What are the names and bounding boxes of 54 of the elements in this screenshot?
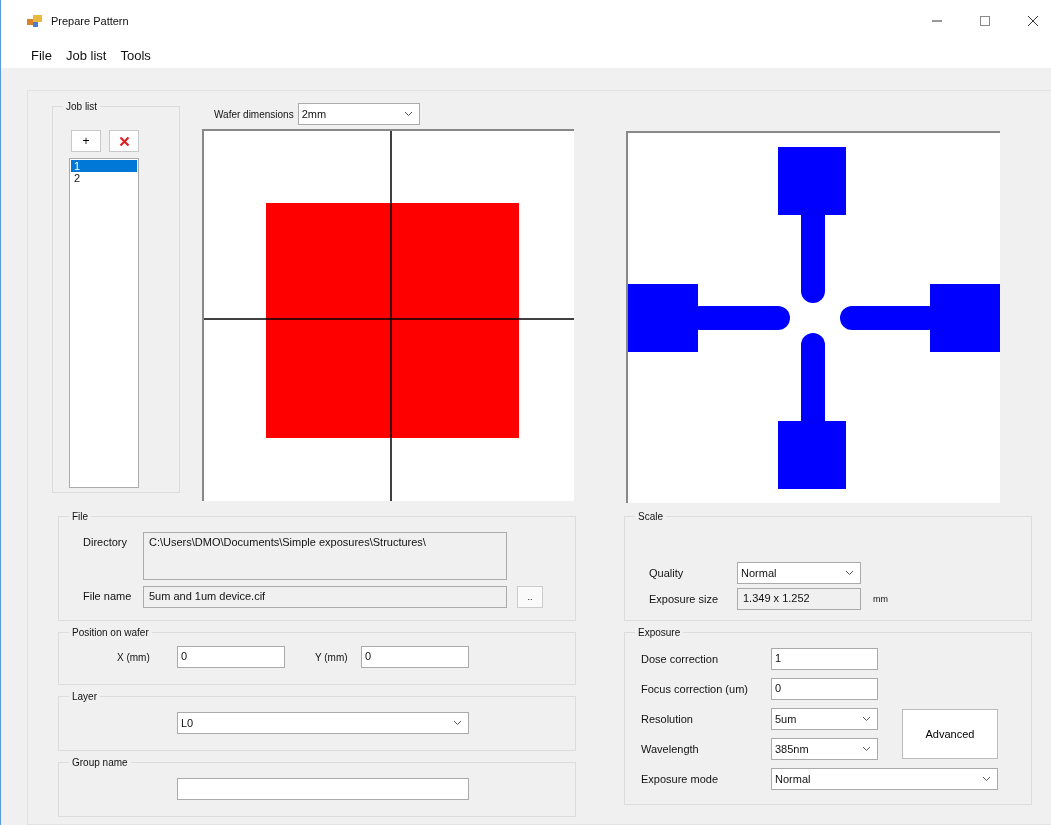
field-label: Directory	[83, 535, 128, 548]
group-title: File	[71, 511, 90, 522]
unit-label: mm	[873, 594, 888, 604]
menu-item[interactable]: Tools	[120, 47, 151, 63]
layer-dropdown[interactable]: L0	[177, 712, 469, 734]
close-icon[interactable]	[1027, 15, 1039, 27]
advanced-button[interactable]: Advanced	[902, 709, 998, 759]
field-label: Wafer dimensions	[214, 108, 294, 120]
caret-icon	[862, 746, 871, 752]
wafer-dimensions-dropdown[interactable]: 2mm	[297, 103, 420, 125]
exposure-size-field: 1.349 x 1.252	[737, 588, 861, 610]
maximize-icon[interactable]	[979, 15, 991, 27]
add-button[interactable]: +	[71, 130, 101, 152]
number-input[interactable]: 0	[771, 678, 878, 700]
caret-icon	[403, 111, 413, 117]
job-entry[interactable]: 1	[71, 160, 137, 172]
field-label: X (mm)	[117, 651, 151, 663]
field-label: File name	[83, 589, 133, 602]
menu-item[interactable]: Job list	[65, 47, 107, 63]
app-icon	[27, 14, 43, 28]
dropdown[interactable]: 5um	[771, 708, 878, 730]
caret-icon	[982, 776, 991, 782]
field-label: Wavelength	[641, 743, 700, 755]
dropdown[interactable]: Normal	[771, 768, 998, 790]
group-title: Group name	[71, 757, 129, 768]
group-title: Job list	[65, 101, 99, 112]
field-label: Quality	[649, 567, 685, 579]
y-input[interactable]: 0	[361, 646, 469, 668]
group-name-input[interactable]	[177, 778, 469, 800]
group-title: Scale	[637, 511, 664, 522]
job-entry[interactable]: 2	[71, 172, 137, 184]
file-name-field[interactable]: 5um and 1um device.cif	[143, 586, 507, 608]
browse-button[interactable]: ..	[517, 586, 543, 608]
quality-dropdown[interactable]: Normal	[737, 562, 861, 584]
group-title: Exposure	[637, 627, 682, 638]
field-label: Exposure size	[649, 593, 720, 605]
field-label: Resolution	[641, 713, 694, 725]
dropdown[interactable]: 385nm	[771, 738, 878, 760]
x-input[interactable]: 0	[177, 646, 285, 668]
group-title: Position on wafer	[71, 627, 150, 638]
delete-button[interactable]	[109, 130, 139, 152]
field-label: Exposure mode	[641, 773, 720, 785]
window-title: Prepare Pattern	[51, 15, 129, 27]
group-title: Layer	[71, 691, 98, 702]
caret-icon	[845, 570, 854, 576]
menu-item[interactable]: File	[31, 47, 52, 63]
number-input[interactable]: 1	[771, 648, 878, 670]
field-label: Y (mm)	[315, 651, 349, 663]
delete-icon	[118, 135, 130, 147]
caret-icon	[862, 716, 871, 722]
field-label: Dose correction	[641, 653, 720, 665]
caret-icon	[453, 720, 462, 726]
field-label: Focus correction (um)	[641, 683, 749, 695]
directory-field[interactable]: C:\Users\DMO\Documents\Simple exposures\Structures\	[143, 532, 507, 580]
